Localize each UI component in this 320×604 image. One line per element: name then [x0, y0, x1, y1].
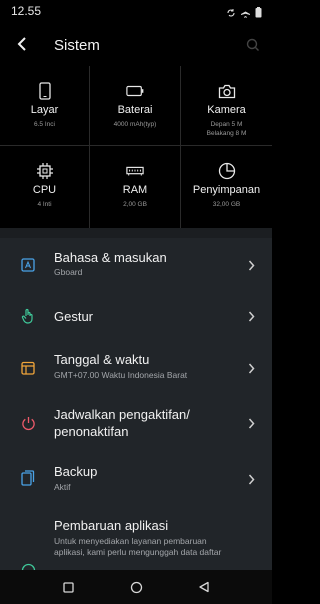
triangle-back-icon	[199, 581, 209, 593]
spec-cell-layar[interactable]: Layar 6.5 Inci	[0, 66, 90, 146]
spec-cell-kamera[interactable]: Kamera Depan 5 M Belakang 8 M	[181, 66, 272, 146]
item-subtitle: GMT+07.00 Waktu Indonesia Barat	[54, 370, 188, 380]
chevron-right-icon	[246, 362, 256, 374]
section-divider	[0, 228, 272, 238]
spec-label: RAM	[122, 184, 148, 196]
spec-value: 4000 mAh(typ)	[113, 121, 157, 128]
spec-value: 32,00 GB	[212, 201, 241, 208]
spec-cell-penyimpanan[interactable]: Penyimpanan 32,00 GB	[181, 146, 272, 228]
airplane-icon	[240, 5, 251, 23]
camera-icon	[218, 82, 236, 100]
list-item-tanggal-waktu[interactable]: Tanggal & waktu GMT+07.00 Waktu Indonesi…	[0, 342, 272, 394]
item-title: Tanggal & waktu	[54, 352, 150, 367]
chevron-right-icon	[246, 310, 256, 322]
spec-cell-baterai[interactable]: Baterai 4000 mAh(typ)	[90, 66, 181, 146]
ram-icon	[126, 162, 144, 180]
spec-label: CPU	[32, 184, 57, 196]
spec-label: Layar	[30, 104, 59, 116]
front-camera-value: Depan 5 M	[210, 121, 243, 128]
list-item-jadwal-daya[interactable]: Jadwalkan pengaktifan/ penonaktifan	[0, 398, 272, 456]
battery-icon	[255, 5, 262, 23]
item-title: Bahasa & masukan	[54, 250, 167, 265]
gesture-hand-icon	[20, 308, 36, 324]
square-icon	[62, 581, 74, 593]
settings-list: Bahasa & masukan Gboard Gestur Tanggal &…	[0, 238, 272, 570]
item-subtitle: Gboard	[54, 267, 83, 277]
status-icons	[226, 5, 262, 23]
list-item-bahasa[interactable]: Bahasa & masukan Gboard	[0, 238, 272, 290]
rear-camera-value: Belakang 8 M	[206, 130, 247, 137]
app-bar: Sistem	[0, 24, 272, 66]
spec-label: Baterai	[117, 104, 153, 116]
chevron-right-icon	[246, 473, 256, 485]
power-icon	[20, 415, 36, 431]
spec-cell-ram[interactable]: RAM 2,00 GB	[90, 146, 181, 228]
item-title: Pembaruan aplikasi	[54, 518, 169, 533]
sync-icon	[226, 5, 236, 23]
back-button[interactable]	[10, 32, 34, 56]
status-bar: 12.55	[0, 0, 272, 24]
spec-label: Kamera	[207, 104, 246, 116]
phone-icon	[36, 82, 54, 100]
update-icon	[20, 562, 36, 570]
search-icon	[246, 38, 259, 51]
cpu-icon	[36, 162, 54, 180]
chevron-right-icon	[246, 259, 256, 271]
back-arrow-icon	[17, 37, 26, 51]
circle-icon	[130, 581, 142, 593]
item-title: Jadwalkan pengaktifan/ penonaktifan	[54, 407, 190, 439]
status-time: 12.55	[11, 4, 42, 18]
list-item-gestur[interactable]: Gestur	[0, 295, 272, 337]
search-button[interactable]	[242, 34, 264, 56]
spec-value: 2,00 GB	[123, 201, 147, 208]
back-nav-button[interactable]	[194, 577, 214, 597]
spec-cell-cpu[interactable]: CPU 4 Inti	[0, 146, 90, 228]
storage-icon	[218, 162, 236, 180]
spec-value: 6.5 Inci	[34, 121, 55, 128]
system-nav-bar	[0, 570, 272, 604]
chevron-right-icon	[246, 417, 256, 429]
backup-icon	[20, 470, 36, 486]
list-item-backup[interactable]: Backup Aktif	[0, 458, 272, 510]
page-title: Sistem	[54, 37, 100, 54]
item-subtitle: Untuk menyediakan layanan pembaruan apli…	[54, 536, 222, 557]
item-subtitle: Aktif	[54, 482, 71, 492]
spec-value: Depan 5 M Belakang 8 M	[181, 120, 272, 138]
device-spec-grid: Layar 6.5 Inci Baterai 4000 mAh(typ) Kam…	[0, 66, 272, 228]
calendar-icon	[20, 360, 36, 376]
item-title: Backup	[54, 464, 98, 479]
battery-icon	[126, 82, 144, 100]
list-item-pembaruan-aplikasi[interactable]: Pembaruan aplikasi Untuk menyediakan lay…	[0, 514, 272, 570]
home-button[interactable]	[126, 577, 146, 597]
spec-value: 4 Inti	[37, 201, 52, 208]
spec-label: Penyimpanan	[192, 184, 261, 196]
item-title: Gestur	[54, 309, 94, 324]
keyboard-icon	[20, 257, 36, 273]
recent-apps-button[interactable]	[58, 577, 78, 597]
